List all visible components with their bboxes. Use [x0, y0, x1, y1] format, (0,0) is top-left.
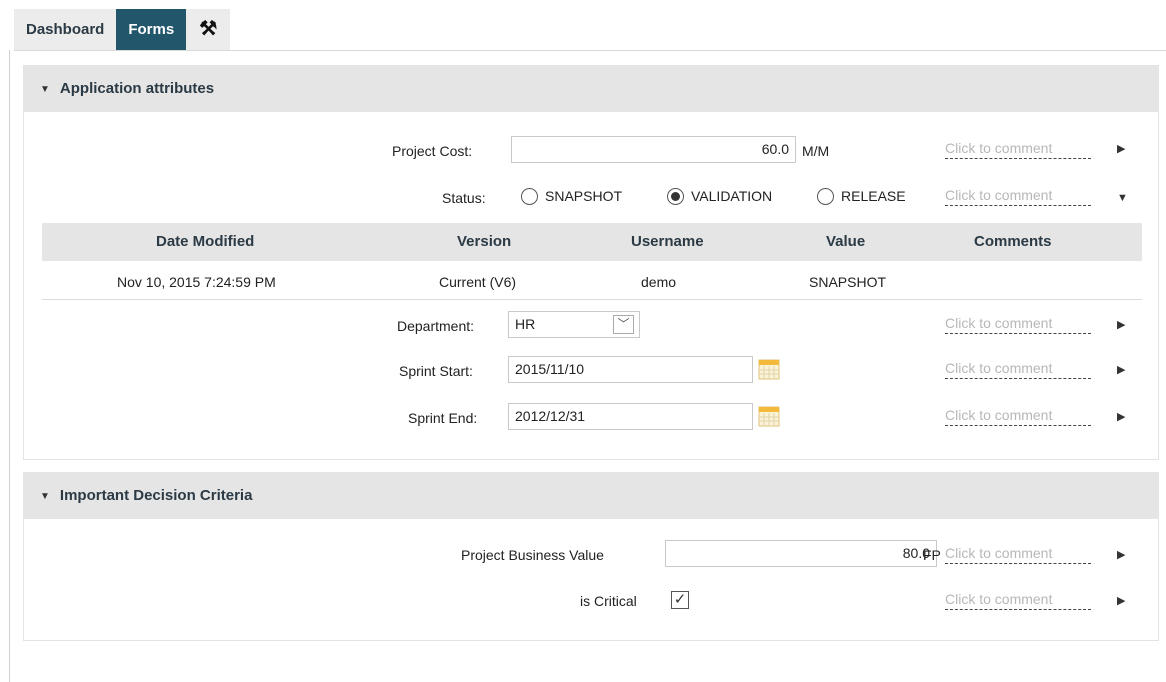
column-header: Version: [457, 233, 512, 250]
business-value-label: Project Business Value: [461, 547, 604, 563]
business-value-unit: FP: [923, 547, 941, 563]
project-cost-input[interactable]: 60.0: [511, 136, 796, 163]
application-attributes-panel: ▼ Application attributes Project Cost: 60…: [23, 65, 1159, 460]
application-attributes-header[interactable]: ▼ Application attributes: [24, 66, 1158, 112]
sprint-start-label: Sprint Start:: [399, 363, 473, 379]
comment-link[interactable]: Click to comment: [945, 406, 1091, 426]
chevron-down-icon[interactable]: ﹀: [613, 315, 634, 334]
tab-forms[interactable]: Forms: [116, 9, 187, 50]
radio-icon: [817, 188, 834, 205]
collapse-arrow-icon[interactable]: ▼: [1117, 192, 1128, 204]
expand-arrow-icon[interactable]: ▶: [1117, 318, 1125, 331]
section-title: Application attributes: [59, 80, 215, 97]
status-radio-release[interactable]: RELEASE: [817, 188, 906, 205]
project-cost-unit: M/M: [802, 143, 830, 159]
left-border: [9, 50, 10, 682]
column-header: Date Modified: [156, 233, 255, 250]
column-header: Value: [826, 233, 866, 250]
decision-criteria-header[interactable]: ▼ Important Decision Criteria: [24, 473, 1158, 519]
status-radio-snapshot[interactable]: SNAPSHOT: [521, 188, 622, 205]
comment-link[interactable]: Click to comment: [945, 359, 1091, 379]
sprint-start-input[interactable]: 2015/11/10: [508, 356, 753, 383]
cell-version: Current (V6): [439, 274, 517, 290]
caret-down-icon: ▼: [40, 84, 50, 95]
is-critical-label: is Critical: [580, 593, 637, 609]
expand-arrow-icon[interactable]: ▶: [1117, 548, 1125, 561]
status-radio-validation[interactable]: VALIDATION: [667, 188, 772, 205]
expand-arrow-icon[interactable]: ▶: [1117, 142, 1125, 155]
expand-arrow-icon[interactable]: ▶: [1117, 594, 1125, 607]
tab-dashboard[interactable]: Dashboard: [14, 9, 117, 50]
caret-down-icon: ▼: [40, 491, 50, 502]
status-label: Status:: [442, 190, 486, 206]
expand-arrow-icon[interactable]: ▶: [1117, 363, 1125, 376]
tab-divider: [14, 50, 1166, 51]
comment-link[interactable]: Click to comment: [945, 139, 1091, 159]
comment-link[interactable]: Click to comment: [945, 544, 1091, 564]
comment-link[interactable]: Click to comment: [945, 186, 1091, 206]
department-label: Department:: [397, 318, 475, 334]
comment-link[interactable]: Click to comment: [945, 314, 1091, 334]
business-value-input[interactable]: 80.0: [665, 540, 937, 567]
cell-value: SNAPSHOT: [809, 274, 887, 290]
tab-bar: Dashboard Forms ⚒: [14, 9, 231, 50]
table-divider: [42, 299, 1142, 300]
column-header: Comments: [974, 233, 1052, 250]
cell-username: demo: [641, 274, 677, 290]
column-header: Username: [631, 233, 704, 250]
sprint-end-label: Sprint End:: [408, 410, 478, 426]
calendar-icon[interactable]: [758, 358, 780, 383]
sprint-end-input[interactable]: 2012/12/31: [508, 403, 753, 430]
cell-date: Nov 10, 2015 7:24:59 PM: [117, 274, 276, 290]
radio-selected-icon: [667, 188, 684, 205]
department-select[interactable]: HR ﹀: [508, 311, 640, 338]
decision-criteria-panel: ▼ Important Decision Criteria Project Bus…: [23, 472, 1159, 641]
tools-icon[interactable]: ⚒: [186, 9, 231, 50]
is-critical-checkbox[interactable]: ✓: [671, 591, 689, 609]
department-value: HR: [515, 316, 536, 332]
project-cost-label: Project Cost:: [392, 143, 473, 159]
expand-arrow-icon[interactable]: ▶: [1117, 410, 1125, 423]
section-title: Important Decision Criteria: [59, 487, 253, 504]
history-table-header: Date Modified Version Username Value Com…: [42, 223, 1142, 261]
radio-icon: [521, 188, 538, 205]
calendar-icon[interactable]: [758, 405, 780, 430]
comment-link[interactable]: Click to comment: [945, 590, 1091, 610]
